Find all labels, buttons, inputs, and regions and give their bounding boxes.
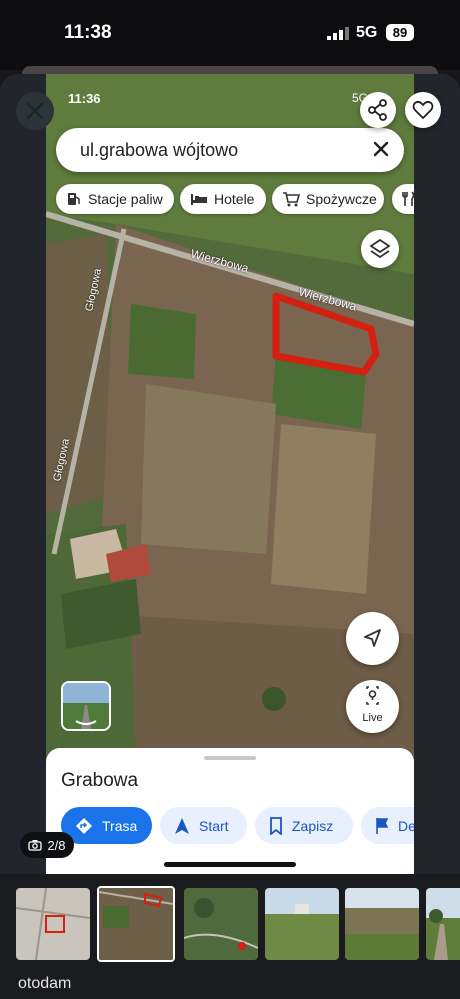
footer: otodam: [0, 969, 460, 999]
street-view-image: [63, 683, 109, 729]
navigation-arrow-icon: [364, 629, 381, 647]
layers-button[interactable]: [361, 230, 399, 268]
place-sheet[interactable]: Grabowa Trasa Start Zapisz De: [46, 748, 414, 874]
save-button[interactable]: Zapisz: [255, 807, 353, 844]
bed-icon: [191, 194, 207, 205]
navigation-arrow-icon: [175, 817, 189, 834]
search-bar[interactable]: ul.grabowa wójtowo: [56, 128, 404, 172]
favorite-button[interactable]: [405, 92, 441, 128]
action-label: Zapisz: [292, 817, 334, 834]
live-view-button[interactable]: Live: [346, 680, 399, 733]
layers-icon: [369, 238, 391, 259]
sheet-handle[interactable]: [204, 756, 256, 760]
start-button[interactable]: Start: [160, 807, 247, 844]
thumbnail[interactable]: [184, 888, 258, 960]
photo-counter: 2/8: [20, 832, 74, 858]
battery-indicator: 89: [386, 24, 414, 41]
thumbnail[interactable]: [16, 888, 90, 960]
thumbnail-strip[interactable]: [0, 874, 460, 969]
chip-gas-stations[interactable]: Stacje paliw: [56, 184, 174, 214]
thumbnail[interactable]: [426, 888, 460, 960]
close-gallery-button[interactable]: [16, 92, 54, 130]
status-time: 11:38: [64, 22, 112, 43]
photo-counter-text: 2/8: [47, 837, 66, 853]
directions-button[interactable]: Trasa: [61, 807, 152, 844]
action-label: De: [398, 817, 414, 834]
live-label: Live: [362, 712, 383, 724]
chip-label: Spożywcze: [306, 191, 377, 207]
thumbnail[interactable]: [265, 888, 339, 960]
live-view-icon: [366, 686, 379, 705]
chip-label: Stacje paliw: [88, 191, 163, 207]
thumbnail-selected[interactable]: [97, 886, 175, 962]
chip-groceries[interactable]: Spożywcze: [272, 184, 384, 214]
restaurant-icon: [402, 191, 414, 206]
share-icon: [368, 99, 387, 121]
network-type: 5G: [356, 24, 378, 41]
chip-hotels[interactable]: Hotele: [180, 184, 266, 214]
photo-map-screenshot: 11:36 5G Wierzbowa Wierzbowa Głogowa Gło…: [46, 74, 414, 874]
place-title: Grabowa: [61, 770, 139, 791]
cart-icon: [283, 192, 300, 207]
heart-icon: [412, 100, 434, 120]
home-indicator: [164, 862, 296, 867]
bookmark-icon: [270, 816, 282, 835]
gas-station-icon: [68, 193, 80, 205]
action-label: Start: [199, 817, 229, 834]
flag-icon: [376, 817, 389, 834]
status-bar: 11:38 5G 89: [0, 0, 460, 70]
thumbnail[interactable]: [345, 888, 419, 960]
street-view-thumbnail[interactable]: [61, 681, 111, 731]
chip-label: Hotele: [214, 191, 255, 207]
my-location-button[interactable]: [346, 612, 399, 665]
close-icon: [26, 102, 44, 120]
close-icon[interactable]: [370, 138, 392, 160]
label-button[interactable]: De: [361, 807, 414, 844]
search-input[interactable]: ul.grabowa wójtowo: [80, 140, 238, 161]
action-label: Trasa: [102, 817, 138, 834]
signal-icon: [327, 27, 349, 40]
share-button[interactable]: [360, 92, 396, 128]
camera-icon: [28, 840, 43, 851]
directions-icon: [76, 817, 92, 834]
brand-logo: otodam: [18, 975, 72, 992]
chip-restaurants[interactable]: [392, 184, 414, 214]
inner-status-time: 11:36: [68, 91, 101, 106]
